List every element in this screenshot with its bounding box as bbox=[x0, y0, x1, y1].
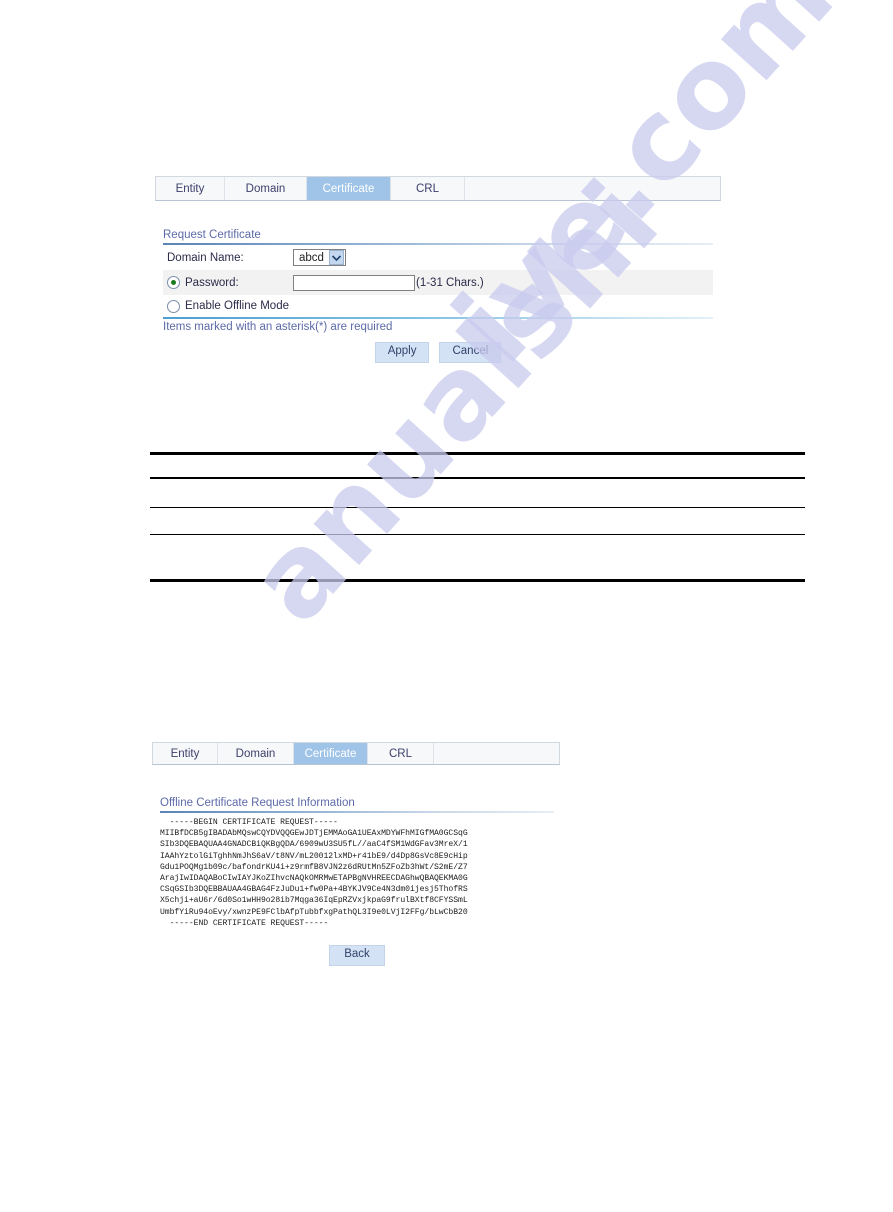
radio-offline-mode-icon[interactable] bbox=[167, 299, 180, 313]
tab-crl[interactable]: CRL bbox=[391, 177, 465, 200]
tab-certificate-2[interactable]: Certificate bbox=[294, 743, 368, 764]
section-title-request-certificate: Request Certificate bbox=[163, 229, 261, 241]
row-password: Password: (1-31 Chars.) bbox=[163, 270, 713, 295]
domain-name-selected-value: abcd bbox=[299, 251, 324, 264]
tab-domain-2[interactable]: Domain bbox=[218, 743, 294, 764]
cancel-button[interactable]: Cancel bbox=[439, 342, 502, 363]
tab-certificate[interactable]: Certificate bbox=[307, 177, 391, 200]
row-domain-name: Domain Name: abcd bbox=[163, 245, 713, 270]
password-radio-group[interactable]: Password: bbox=[163, 276, 293, 289]
tab-domain-label: Domain bbox=[245, 182, 286, 195]
table-rule-bottom bbox=[150, 579, 805, 582]
domain-name-select[interactable]: abcd bbox=[293, 249, 346, 266]
required-fields-note: Items marked with an asterisk(*) are req… bbox=[163, 321, 393, 333]
tab-domain[interactable]: Domain bbox=[225, 177, 307, 200]
row-enable-offline-mode: Enable Offline Mode bbox=[163, 295, 713, 317]
table-row bbox=[150, 535, 805, 579]
tab-domain-2-label: Domain bbox=[235, 747, 276, 760]
chevron-down-icon[interactable] bbox=[328, 250, 344, 265]
tab-crl-2[interactable]: CRL bbox=[368, 743, 434, 764]
table-row bbox=[150, 455, 805, 477]
tab-entity[interactable]: Entity bbox=[156, 177, 225, 200]
back-button[interactable]: Back bbox=[329, 945, 385, 966]
table-row bbox=[150, 508, 805, 534]
offline-radio-group[interactable]: Enable Offline Mode bbox=[163, 299, 289, 313]
document-rules-table bbox=[150, 452, 805, 582]
tab-entity-label: Entity bbox=[175, 182, 205, 195]
apply-button[interactable]: Apply bbox=[374, 342, 430, 363]
domain-name-label: Domain Name: bbox=[167, 251, 244, 264]
tab-bar-bottom[interactable]: Entity Domain Certificate CRL bbox=[152, 742, 560, 765]
tab-bar-top[interactable]: Entity Domain Certificate CRL bbox=[155, 176, 721, 201]
tab-bar-filler bbox=[465, 177, 720, 200]
screenshot-request-certificate: Entity Domain Certificate CRL Request Ce… bbox=[155, 176, 721, 363]
offline-certificate-body: Offline Certificate Request Information … bbox=[152, 765, 560, 966]
screenshot-offline-certificate-request: Entity Domain Certificate CRL Offline Ce… bbox=[152, 742, 560, 966]
tab-certificate-label: Certificate bbox=[322, 182, 375, 195]
request-certificate-form: Request Certificate Domain Name: abcd Pa… bbox=[155, 201, 721, 363]
tab-crl-label: CRL bbox=[415, 182, 439, 195]
offline-action-buttons: Back bbox=[160, 929, 554, 966]
password-input[interactable] bbox=[293, 274, 415, 291]
password-hint: (1-31 Chars.) bbox=[416, 276, 484, 289]
section-title-offline-certificate: Offline Certificate Request Information bbox=[160, 797, 355, 809]
tab-crl-2-label: CRL bbox=[388, 747, 412, 760]
tab-certificate-2-label: Certificate bbox=[304, 747, 357, 760]
certificate-request-text: -----BEGIN CERTIFICATE REQUEST----- MIIB… bbox=[160, 818, 468, 928]
password-label: Password: bbox=[185, 276, 239, 289]
offline-mode-label: Enable Offline Mode bbox=[185, 300, 289, 312]
radio-password-icon[interactable] bbox=[167, 276, 180, 289]
tab-entity-2[interactable]: Entity bbox=[153, 743, 218, 764]
tab-entity-2-label: Entity bbox=[170, 747, 200, 760]
table-row bbox=[150, 479, 805, 507]
tab-bar-filler-2 bbox=[434, 743, 559, 764]
form-action-buttons: Apply Cancel bbox=[163, 333, 713, 363]
